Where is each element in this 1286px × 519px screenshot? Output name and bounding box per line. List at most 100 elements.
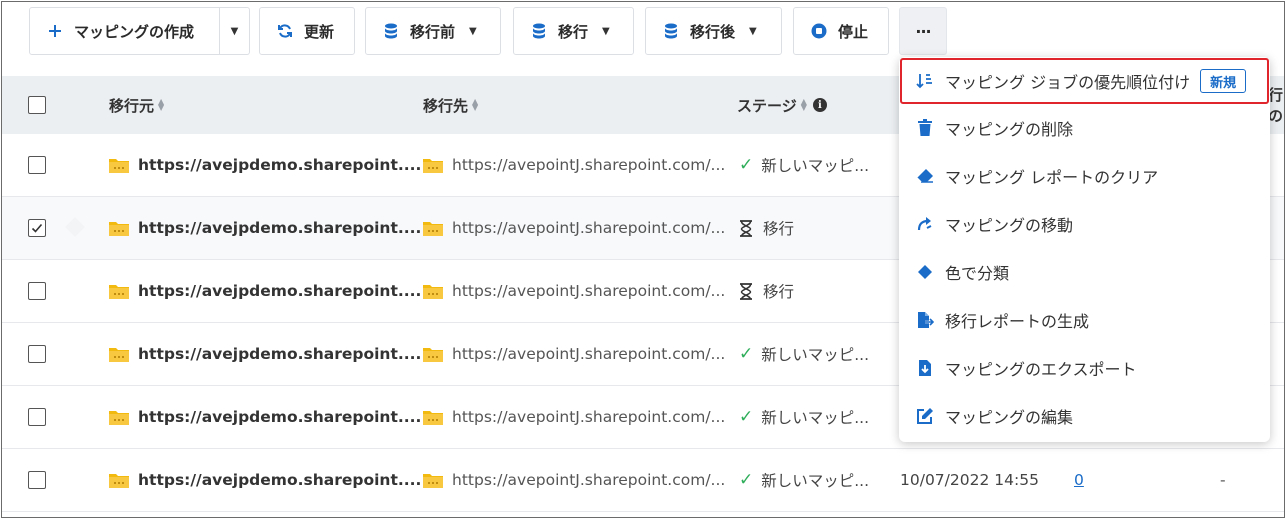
sort-icon[interactable]: ▲ ▼ (801, 98, 807, 112)
destination-url: https://avepointJ.sharepoint.com/... (452, 471, 726, 489)
row-checkbox[interactable] (28, 156, 46, 174)
column-header-stage[interactable]: ステージ ▲ ▼ i (737, 76, 827, 134)
source-url[interactable]: https://avejpdemo.sharepoint.... (138, 219, 421, 237)
column-header-clipped: 行の (1268, 86, 1284, 125)
caret-down-icon: ▼ (749, 25, 757, 37)
menu-item-clear-report[interactable]: マッピング レポートのクリア (899, 152, 1270, 200)
folder-icon (109, 158, 129, 173)
folder-icon (109, 410, 129, 425)
check-icon: ✓ (739, 155, 754, 175)
row-checkbox[interactable] (28, 408, 46, 426)
menu-item-edit-mapping[interactable]: マッピングの編集 (899, 392, 1270, 440)
row-checkbox[interactable] (28, 219, 46, 237)
source-url[interactable]: https://avejpdemo.sharepoint.... (138, 471, 421, 489)
more-actions-button[interactable]: ··· (899, 7, 947, 55)
stage-text: 新しいマッピ... (761, 472, 870, 490)
stop-icon (810, 22, 828, 40)
file-export-icon (915, 310, 935, 330)
post-migration-button[interactable]: 移行後 ▼ (645, 7, 782, 55)
plus-icon (46, 22, 64, 40)
folder-icon (423, 221, 443, 236)
sort-icon[interactable]: ▲ ▼ (158, 98, 164, 112)
eraser-icon (915, 166, 935, 186)
row-checkbox[interactable] (28, 345, 46, 363)
folder-icon (423, 347, 443, 362)
sort-icon[interactable]: ▲ ▼ (472, 98, 478, 112)
info-icon[interactable]: i (812, 98, 827, 112)
folder-icon (423, 284, 443, 299)
edit-icon (915, 406, 935, 426)
caret-down-icon: ▼ (230, 25, 239, 37)
folder-icon (109, 284, 129, 299)
color-tag-icon[interactable] (65, 217, 85, 237)
stop-button[interactable]: 停止 (793, 7, 889, 55)
stage-text: 移行 (763, 283, 795, 301)
column-header-source[interactable]: 移行元 ▲ ▼ (109, 76, 164, 134)
column-header-destination[interactable]: 移行先 ▲ ▼ (423, 76, 478, 134)
stage-text: 新しいマッピ... (761, 346, 870, 364)
extra-value: - (1220, 471, 1226, 489)
destination-url: https://avepointJ.sharepoint.com/... (452, 156, 726, 174)
folder-icon (109, 221, 129, 236)
more-icon: ··· (915, 21, 931, 41)
diamond-icon (915, 262, 935, 282)
create-mapping-button[interactable]: マッピングの作成 (29, 7, 220, 55)
select-all-checkbox[interactable] (28, 96, 46, 114)
table-row[interactable]: https://avejpdemo.sharepoint.... https://… (2, 449, 1284, 512)
pre-migration-label: 移行前 (410, 22, 456, 41)
hourglass-icon (739, 282, 753, 300)
source-url[interactable]: https://avejpdemo.sharepoint.... (138, 345, 421, 363)
sort-priority-icon (915, 71, 935, 91)
row-checkbox[interactable] (28, 471, 46, 489)
stage-text: 新しいマッピ... (761, 409, 870, 427)
folder-icon (423, 473, 443, 488)
source-url[interactable]: https://avejpdemo.sharepoint.... (138, 408, 421, 426)
source-url[interactable]: https://avejpdemo.sharepoint.... (138, 156, 421, 174)
hourglass-icon (739, 219, 753, 237)
check-icon: ✓ (739, 407, 754, 427)
destination-url: https://avepointJ.sharepoint.com/... (452, 219, 726, 237)
refresh-icon (276, 22, 294, 40)
destination-url: https://avepointJ.sharepoint.com/... (452, 282, 726, 300)
stage-text: 新しいマッピ... (761, 157, 870, 175)
check-icon: ✓ (739, 344, 754, 364)
post-migration-label: 移行後 (690, 22, 736, 41)
destination-url: https://avepointJ.sharepoint.com/... (452, 408, 726, 426)
folder-icon (109, 473, 129, 488)
folder-icon (423, 158, 443, 173)
destination-url: https://avepointJ.sharepoint.com/... (452, 345, 726, 363)
move-arrow-icon (915, 214, 935, 234)
database-icon (530, 22, 548, 40)
mapping-list-window: マッピングの作成 ▼ 更新 移行前 ▼ 移行 ▼ 移行後 ▼ 停止 ··· 移行… (1, 1, 1285, 518)
refresh-label: 更新 (304, 22, 335, 41)
check-icon: ✓ (739, 470, 754, 490)
database-icon (382, 22, 400, 40)
stage-text: 移行 (763, 220, 795, 238)
source-url[interactable]: https://avejpdemo.sharepoint.... (138, 282, 421, 300)
pre-migration-button[interactable]: 移行前 ▼ (365, 7, 501, 55)
refresh-button[interactable]: 更新 (259, 7, 355, 55)
row-checkbox[interactable] (28, 282, 46, 300)
stop-label: 停止 (838, 22, 869, 41)
new-badge: 新規 (1200, 69, 1247, 93)
trash-icon (915, 118, 935, 138)
create-mapping-dropdown-button[interactable]: ▼ (220, 7, 250, 55)
more-actions-menu: マッピング ジョブの優先順位付け 新規 マッピングの削除 マッピング レポートの… (899, 57, 1270, 442)
menu-item-generate-report[interactable]: 移行レポートの生成 (899, 296, 1270, 344)
folder-icon (109, 347, 129, 362)
menu-item-categorize-color[interactable]: 色で分類 (899, 248, 1270, 296)
caret-down-icon: ▼ (602, 25, 610, 37)
menu-item-prioritize-jobs[interactable]: マッピング ジョブの優先順位付け 新規 (899, 57, 1270, 105)
last-run-time: 10/07/2022 14:55 (900, 471, 1039, 489)
migration-label: 移行 (558, 22, 589, 41)
folder-icon (423, 410, 443, 425)
count-link[interactable]: 0 (1074, 471, 1084, 489)
database-icon (662, 22, 680, 40)
migration-button[interactable]: 移行 ▼ (513, 7, 634, 55)
file-download-icon (915, 358, 935, 378)
create-mapping-label: マッピングの作成 (74, 22, 195, 41)
menu-item-export-mapping[interactable]: マッピングのエクスポート (899, 344, 1270, 392)
menu-item-delete-mapping[interactable]: マッピングの削除 (899, 104, 1270, 152)
menu-item-move-mapping[interactable]: マッピングの移動 (899, 200, 1270, 248)
caret-down-icon: ▼ (469, 25, 477, 37)
